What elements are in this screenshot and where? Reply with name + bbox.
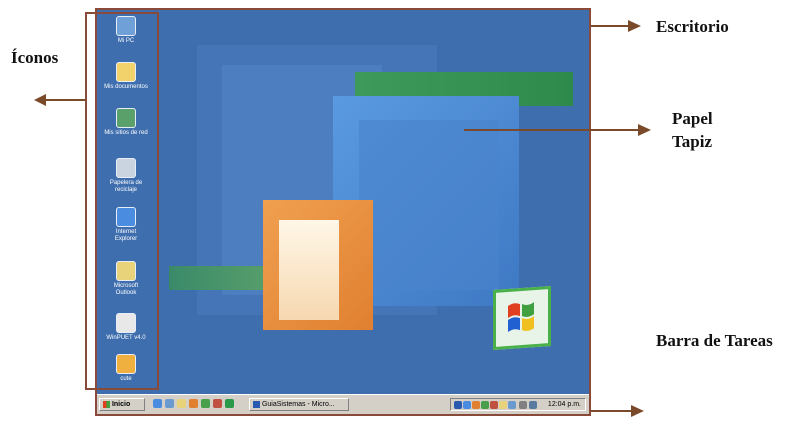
system-tray: 12:04 p.m. xyxy=(450,398,586,411)
tray-icon-4[interactable] xyxy=(481,401,489,409)
taskbar[interactable]: Inicio GuiaSistemas - Micro... 12:04 p.m… xyxy=(97,394,589,414)
desktop-arrow-head xyxy=(628,20,641,32)
tray-icon-7[interactable] xyxy=(508,401,516,409)
volume-icon[interactable] xyxy=(519,401,527,409)
word-icon xyxy=(253,400,260,408)
refresh-quicklaunch-icon[interactable] xyxy=(165,399,174,408)
outlook-quicklaunch-icon[interactable] xyxy=(177,399,186,408)
tray-icon-6[interactable] xyxy=(499,401,507,409)
icons-arrow-line xyxy=(44,99,86,101)
clock[interactable]: 12:04 p.m. xyxy=(548,399,581,410)
tray-icon-5[interactable] xyxy=(490,401,498,409)
app-quicklaunch-icon[interactable] xyxy=(213,399,222,408)
taskbar-arrow-line xyxy=(591,410,633,412)
taskbar-arrow-head xyxy=(631,405,644,417)
icons-arrow-head xyxy=(34,94,46,106)
desktop-arrow-line xyxy=(591,25,631,27)
desktop-screen[interactable]: Mi PC Mis documentos Mis sitios de red Pape… xyxy=(95,8,591,416)
label-desktop: Escritorio xyxy=(656,17,729,36)
start-button-label: Inicio xyxy=(111,401,131,408)
label-wallpaper-2: Tapiz xyxy=(672,132,713,151)
media-quicklaunch-icon[interactable] xyxy=(189,399,198,408)
window-button[interactable]: GuiaSistemas - Micro... xyxy=(249,398,349,411)
wallpaper xyxy=(97,10,589,414)
label-taskbar: Barra de Tareas xyxy=(656,331,773,350)
label-wallpaper-1: Papel xyxy=(672,109,713,128)
label-icons: Íconos xyxy=(11,48,59,67)
tray-icon-3[interactable] xyxy=(472,401,480,409)
windows-logo-icon xyxy=(493,285,551,351)
tool-quicklaunch-icon[interactable] xyxy=(201,399,210,408)
tray-icon-1[interactable] xyxy=(454,401,462,409)
start-button[interactable]: Inicio xyxy=(99,398,145,411)
green-quicklaunch-icon[interactable] xyxy=(225,399,234,408)
icons-highlight-frame xyxy=(85,12,159,390)
window-button-label: GuiaSistemas - Micro... xyxy=(261,401,335,408)
ie-quicklaunch-icon[interactable] xyxy=(153,399,162,408)
wallpaper-arrow-line xyxy=(464,129,640,131)
network-tray-icon[interactable] xyxy=(529,401,537,409)
tray-icon-2[interactable] xyxy=(463,401,471,409)
windows-flag-icon xyxy=(103,400,110,408)
